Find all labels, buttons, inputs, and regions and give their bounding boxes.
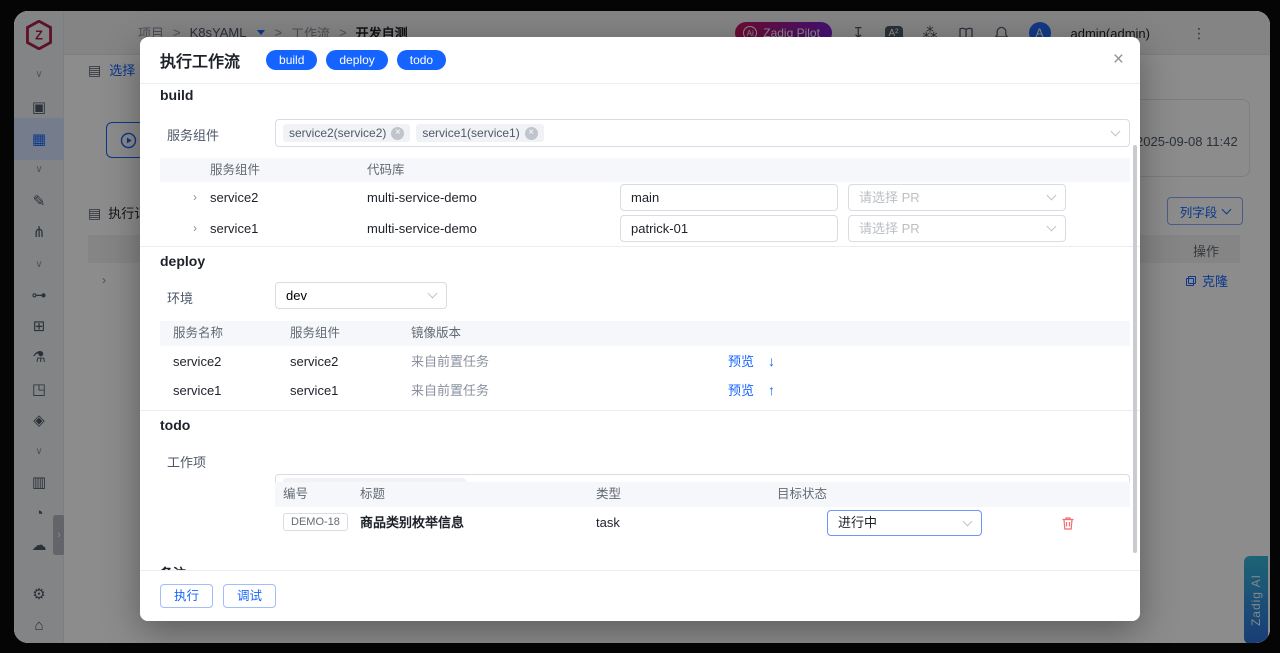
modal-scrollbar[interactable] <box>1133 145 1137 553</box>
debug-button[interactable]: 调试 <box>223 584 276 609</box>
deploy-table-row: service2 service2 来自前置任务 预览 ↓ <box>160 347 1130 376</box>
chevron-down-icon <box>428 289 438 299</box>
section-divider <box>140 246 1140 247</box>
service-column-header: 服务组件 <box>210 158 260 182</box>
expand-caret-icon[interactable]: › <box>193 213 197 244</box>
branch-input[interactable] <box>620 184 838 211</box>
service-name: service1 <box>210 213 258 244</box>
build-table-row: › service1 multi-service-demo 请选择 PR <box>160 213 1130 244</box>
build-table-header: 服务组件 代码库 <box>160 158 1130 182</box>
work-item-label: 工作项 <box>167 452 206 471</box>
selected-service-tag: service2(service2) × <box>283 124 410 142</box>
environment-value: dev <box>286 288 307 303</box>
work-item-title: 商品类别枚举信息 <box>360 507 464 539</box>
repo-name: multi-service-demo <box>367 182 477 213</box>
service-name: service2 <box>173 347 221 376</box>
service-name-column-header: 服务名称 <box>173 321 223 346</box>
component-column-header: 服务组件 <box>290 321 340 346</box>
title-column-header: 标题 <box>360 482 385 507</box>
image-source: 来自前置任务 <box>411 376 489 405</box>
run-workflow-modal: 执行工作流 build deploy todo × build 服务组件 ser… <box>140 37 1140 621</box>
status-column-header: 目标状态 <box>777 482 827 507</box>
expand-caret-icon[interactable]: › <box>193 182 197 213</box>
pr-select-placeholder: 请选择 PR <box>859 213 920 244</box>
stage-tag-build: build <box>266 50 317 70</box>
pr-select-placeholder: 请选择 PR <box>859 182 920 213</box>
service-components-label: 服务组件 <box>167 125 219 144</box>
work-item-type: task <box>596 507 620 539</box>
image-column-header: 镜像版本 <box>411 321 461 346</box>
build-table-row: › service2 multi-service-demo 请选择 PR <box>160 182 1130 213</box>
service-component: service2 <box>290 347 338 376</box>
preview-link[interactable]: 预览 <box>728 347 754 376</box>
chevron-down-icon <box>1111 126 1121 136</box>
image-source: 来自前置任务 <box>411 347 489 376</box>
service-components-multiselect[interactable]: service2(service2) × service1(service1) … <box>275 119 1130 147</box>
service-name: service2 <box>210 182 258 213</box>
pr-select[interactable]: 请选择 PR <box>848 215 1066 242</box>
delete-trash-icon[interactable] <box>1061 516 1075 531</box>
close-icon[interactable]: × <box>1113 50 1124 69</box>
service-component: service1 <box>290 376 338 405</box>
target-status-value: 进行中 <box>838 507 877 539</box>
build-section-heading: build <box>160 87 193 103</box>
tag-label: service1(service1) <box>422 126 519 140</box>
chevron-down-icon <box>1047 222 1057 232</box>
repo-column-header: 代码库 <box>367 158 405 182</box>
todo-section-heading: todo <box>160 417 190 433</box>
modal-header: 执行工作流 build deploy todo <box>140 37 1140 84</box>
deploy-table-row: service1 service1 来自前置任务 预览 ↑ <box>160 376 1130 405</box>
service-name: service1 <box>173 376 221 405</box>
preview-link[interactable]: 预览 <box>728 376 754 405</box>
run-button[interactable]: 执行 <box>160 584 213 609</box>
modal-title: 执行工作流 <box>160 48 240 72</box>
arrow-down-icon[interactable]: ↓ <box>768 347 775 376</box>
todo-table-header: 编号 标题 类型 目标状态 <box>275 482 1130 507</box>
stage-tag-deploy: deploy <box>326 50 387 70</box>
todo-table-row: DEMO-18 商品类别枚举信息 task 进行中 <box>275 507 1130 539</box>
selected-service-tag: service1(service1) × <box>416 124 543 142</box>
deploy-section-heading: deploy <box>160 253 205 269</box>
target-status-select[interactable]: 进行中 <box>827 510 982 536</box>
environment-label: 环境 <box>167 288 193 307</box>
remove-tag-icon[interactable]: × <box>525 127 538 140</box>
arrow-up-icon[interactable]: ↑ <box>768 376 775 405</box>
branch-input[interactable] <box>620 215 838 242</box>
section-divider <box>140 410 1140 411</box>
modal-footer: 执行 调试 <box>140 570 1140 621</box>
remove-tag-icon[interactable]: × <box>391 127 404 140</box>
id-column-header: 编号 <box>283 482 308 507</box>
environment-select[interactable]: dev <box>275 282 447 309</box>
chevron-down-icon <box>963 516 973 526</box>
chevron-down-icon <box>1047 191 1057 201</box>
type-column-header: 类型 <box>596 482 621 507</box>
work-item-id-badge: DEMO-18 <box>283 513 348 531</box>
tag-label: service2(service2) <box>289 126 386 140</box>
stage-tag-todo: todo <box>397 50 446 70</box>
repo-name: multi-service-demo <box>367 213 477 244</box>
deploy-table-header: 服务名称 服务组件 镜像版本 <box>160 321 1130 346</box>
screen-frame: Z ∨ ▣ ▦ ∨ ✎ ⋔ ∨ ⊶ ⊞ ⚗ ◳ ◈ ∨ ▥ ◔ ☁ ⚙ ⌂ › … <box>0 0 1280 653</box>
pr-select[interactable]: 请选择 PR <box>848 184 1066 211</box>
